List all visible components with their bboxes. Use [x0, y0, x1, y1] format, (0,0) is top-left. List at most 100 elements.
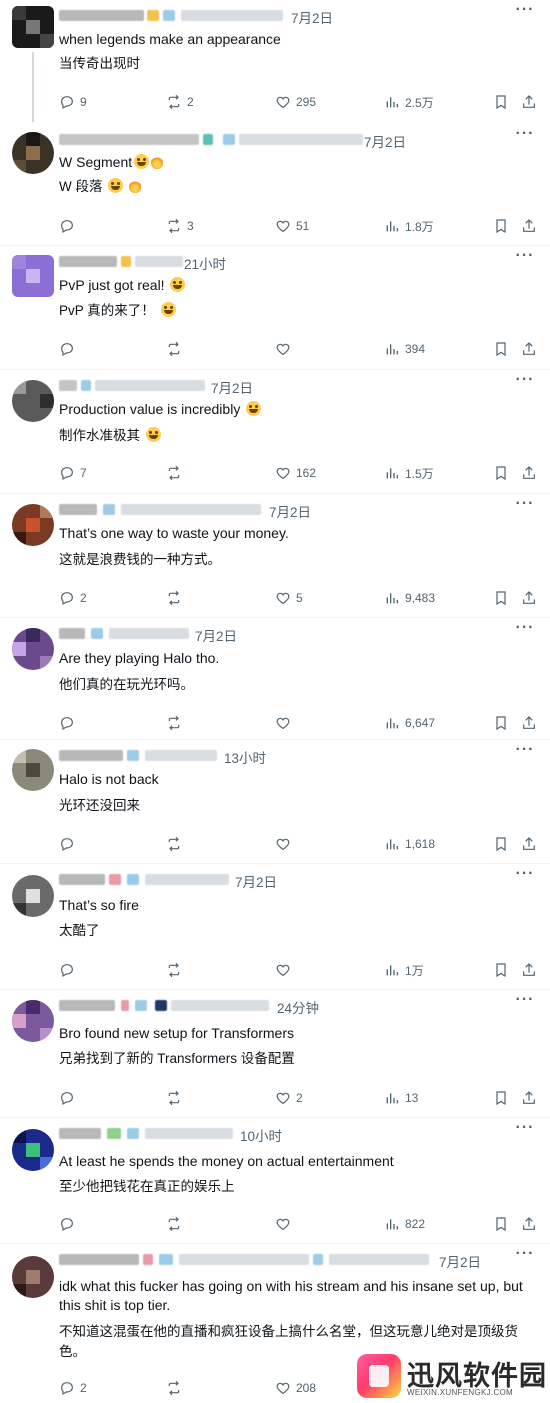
tweet-time[interactable]: 7月2日 [235, 871, 277, 891]
bookmark-button[interactable] [493, 464, 509, 482]
bookmark-button[interactable] [493, 1215, 509, 1233]
tweet-time[interactable]: 21小时 [184, 253, 226, 273]
retweet-button[interactable] [166, 714, 187, 732]
views-button[interactable]: 394 [384, 340, 425, 358]
tweet-3[interactable]: 7月2日 ··· Production value is incredibly … [0, 370, 550, 494]
reply-button[interactable] [59, 340, 80, 358]
share-button[interactable] [521, 714, 537, 732]
retweet-button[interactable] [166, 1089, 187, 1107]
tweet-time[interactable]: 7月2日 [364, 131, 406, 151]
more-icon[interactable]: ··· [514, 496, 536, 514]
tweet-time[interactable]: 7月2日 [195, 625, 237, 645]
share-button[interactable] [521, 1215, 537, 1233]
bookmark-button[interactable] [493, 1089, 509, 1107]
reply-button[interactable] [59, 835, 80, 853]
bookmark-button[interactable] [493, 340, 509, 358]
tweet-6[interactable]: 13小时 ··· Halo is not back 光环还没回来 1,618 [0, 740, 550, 864]
more-icon[interactable]: ··· [514, 126, 536, 144]
tweet-time[interactable]: 13小时 [224, 747, 266, 767]
like-button[interactable]: 2 [275, 1089, 303, 1107]
views-button[interactable]: 1万 [384, 961, 424, 979]
reply-button[interactable]: 9 [59, 93, 87, 111]
retweet-button[interactable]: 3 [166, 217, 194, 235]
bookmark-button[interactable] [493, 714, 509, 732]
more-icon[interactable]: ··· [514, 1120, 536, 1138]
bookmark-button[interactable] [493, 961, 509, 979]
tweet-5[interactable]: 7月2日 ··· Are they playing Halo tho. 他们真的… [0, 618, 550, 740]
share-button[interactable] [521, 464, 537, 482]
bookmark-button[interactable] [493, 835, 509, 853]
avatar[interactable] [12, 6, 54, 48]
retweet-button[interactable] [166, 961, 187, 979]
tweet-9[interactable]: 10小时 ··· At least he spends the money on… [0, 1118, 550, 1244]
like-button[interactable]: 295 [275, 93, 316, 111]
retweet-button[interactable] [166, 340, 187, 358]
tweet-1[interactable]: 7月2日 ··· W Segment W 段落 3 51 1.8万 [0, 124, 550, 246]
retweet-button[interactable] [166, 1379, 187, 1397]
more-icon[interactable]: ··· [514, 372, 536, 390]
tweet-2[interactable]: 21小时 ··· PvP just got real! PvP 真的来了！ 39… [0, 246, 550, 370]
avatar[interactable] [12, 875, 54, 917]
retweet-button[interactable] [166, 1215, 187, 1233]
views-button[interactable]: 9,483 [384, 589, 435, 607]
reply-button[interactable]: 7 [59, 464, 87, 482]
more-icon[interactable]: ··· [514, 992, 536, 1010]
reply-button[interactable]: 2 [59, 589, 87, 607]
avatar[interactable] [12, 749, 54, 791]
more-icon[interactable]: ··· [514, 248, 536, 266]
views-button[interactable]: 1.5万 [384, 464, 434, 482]
reply-button[interactable] [59, 217, 80, 235]
tweet-8[interactable]: 24分钟 ··· Bro found new setup for Transfo… [0, 990, 550, 1118]
views-button[interactable]: 1,618 [384, 835, 435, 853]
tweet-7[interactable]: 7月2日 ··· That’s so fire 太酷了 1万 [0, 864, 550, 990]
views-button[interactable]: 6,647 [384, 714, 435, 732]
more-icon[interactable]: ··· [514, 866, 536, 884]
reply-button[interactable] [59, 1215, 80, 1233]
share-button[interactable] [521, 589, 537, 607]
retweet-button[interactable] [166, 835, 187, 853]
like-button[interactable] [275, 340, 296, 358]
views-button[interactable]: 2.5万 [384, 93, 434, 111]
tweet-time[interactable]: 24分钟 [277, 997, 319, 1017]
bookmark-button[interactable] [493, 93, 509, 111]
like-button[interactable]: 162 [275, 464, 316, 482]
retweet-button[interactable] [166, 464, 187, 482]
share-button[interactable] [521, 961, 537, 979]
tweet-0[interactable]: 7月2日 ··· when legends make an appearance… [0, 0, 550, 124]
more-icon[interactable]: ··· [514, 2, 536, 20]
reply-button[interactable] [59, 961, 80, 979]
bookmark-button[interactable] [493, 217, 509, 235]
like-button[interactable] [275, 1215, 296, 1233]
tweet-time[interactable]: 7月2日 [269, 501, 311, 521]
tweet-4[interactable]: 7月2日 ··· That’s one way to waste your mo… [0, 494, 550, 618]
views-button[interactable]: 13 [384, 1089, 418, 1107]
like-button[interactable]: 51 [275, 217, 309, 235]
tweet-time[interactable]: 10小时 [240, 1125, 282, 1145]
like-button[interactable] [275, 835, 296, 853]
share-button[interactable] [521, 217, 537, 235]
like-button[interactable] [275, 714, 296, 732]
share-button[interactable] [521, 340, 537, 358]
share-button[interactable] [521, 93, 537, 111]
share-button[interactable] [521, 835, 537, 853]
reply-button[interactable]: 2 [59, 1379, 87, 1397]
more-icon[interactable]: ··· [514, 620, 536, 638]
views-button[interactable]: 1.8万 [384, 217, 434, 235]
avatar[interactable] [12, 255, 54, 297]
avatar[interactable] [12, 1000, 54, 1042]
retweet-button[interactable] [166, 589, 187, 607]
avatar[interactable] [12, 504, 54, 546]
tweet-time[interactable]: 7月2日 [211, 377, 253, 397]
tweet-time[interactable]: 7月2日 [439, 1251, 481, 1271]
tweet-time[interactable]: 7月2日 [291, 7, 333, 27]
bookmark-button[interactable] [493, 589, 509, 607]
retweet-button[interactable]: 2 [166, 93, 194, 111]
like-button[interactable]: 208 [275, 1379, 316, 1397]
avatar[interactable] [12, 380, 54, 422]
reply-button[interactable] [59, 714, 80, 732]
more-icon[interactable]: ··· [514, 1246, 536, 1264]
like-button[interactable]: 5 [275, 589, 303, 607]
reply-button[interactable] [59, 1089, 80, 1107]
avatar[interactable] [12, 1256, 54, 1298]
share-button[interactable] [521, 1089, 537, 1107]
